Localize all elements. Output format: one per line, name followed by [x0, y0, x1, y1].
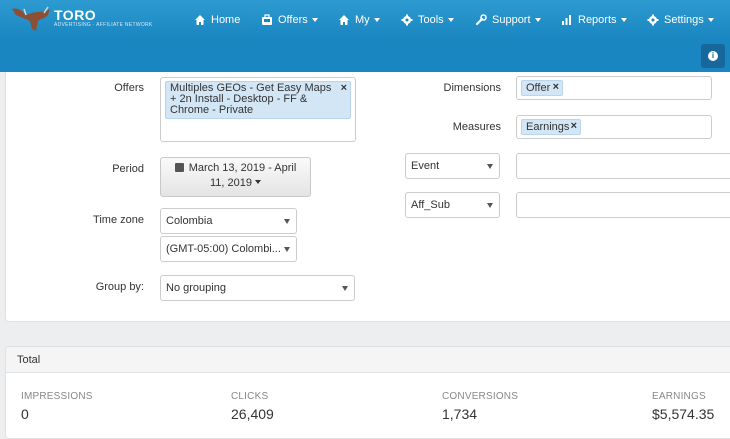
info-icon: i: [708, 51, 718, 61]
calendar-icon: [174, 163, 184, 172]
nav-offers[interactable]: Offers: [261, 0, 318, 40]
timezone-offset-select[interactable]: (GMT-05:00) Colombi...: [160, 236, 297, 262]
info-button[interactable]: i: [701, 44, 725, 68]
total-title: Total: [17, 354, 41, 366]
earnings-value: $5,574.35: [652, 406, 715, 422]
event-value-input[interactable]: [516, 153, 730, 179]
select-arrow-icon: [284, 247, 290, 252]
chevron-down-icon: [447, 18, 454, 22]
home-icon: [195, 15, 205, 25]
conversions-value: 1,734: [442, 406, 478, 422]
earnings-label: EARNINGS: [652, 391, 706, 402]
remove-tag-icon[interactable]: ×: [553, 81, 559, 94]
measures-multiselect[interactable]: Earnings ×: [516, 115, 712, 139]
chevron-down-icon: [373, 18, 380, 22]
timezone-label: Time zone: [93, 214, 144, 226]
dimensions-multiselect[interactable]: Offer ×: [516, 76, 712, 100]
briefcase-icon: [262, 14, 272, 25]
select-arrow-icon: [487, 203, 493, 208]
event-select-value: Event: [411, 160, 440, 172]
nav-settings[interactable]: Settings: [647, 0, 714, 40]
measure-tag[interactable]: Earnings ×: [521, 119, 581, 135]
impressions-value: 0: [21, 406, 29, 422]
total-panel: Total IMPRESSIONS 0 CLICKS 26,409 CONVER…: [5, 346, 730, 439]
event-select[interactable]: Event: [405, 153, 500, 179]
bar-chart-icon: [562, 15, 571, 25]
chevron-down-icon: [255, 180, 261, 184]
select-arrow-icon: [284, 219, 290, 224]
top-navbar: TORO ADVERTISING · AFFILIATE NETWORK Hom…: [0, 0, 730, 40]
brand-logo[interactable]: TORO ADVERTISING · AFFILIATE NETWORK: [10, 5, 152, 35]
nav-reports[interactable]: Reports: [561, 0, 627, 40]
home-icon: [339, 15, 349, 25]
select-arrow-icon: [342, 286, 348, 291]
nav-support-label: Support: [492, 14, 531, 26]
sub-navbar: [0, 40, 730, 72]
timezone-region-select[interactable]: Colombia: [160, 208, 297, 234]
gear-icon: [647, 14, 659, 26]
clicks-label: CLICKS: [231, 391, 269, 402]
affsub-select[interactable]: Aff_Sub: [405, 192, 500, 218]
chevron-down-icon: [620, 18, 627, 22]
dimensions-label: Dimensions: [443, 82, 501, 94]
nav-settings-label: Settings: [664, 14, 704, 26]
period-label: Period: [112, 163, 144, 175]
period-line1: March 13, 2019 - April: [188, 162, 297, 174]
report-filters-panel: Offers Multiples GEOs - Get Easy Maps + …: [5, 72, 730, 322]
nav-my[interactable]: My: [338, 0, 380, 40]
bull-logo-icon: [12, 6, 50, 31]
period-daterange-button[interactable]: March 13, 2019 - April 11, 2019: [160, 157, 311, 197]
affsub-value-input[interactable]: [516, 192, 730, 218]
total-panel-header: Total: [6, 347, 730, 373]
groupby-value: No grouping: [166, 282, 226, 294]
offers-multiselect[interactable]: Multiples GEOs - Get Easy Maps + 2n Inst…: [160, 77, 356, 142]
chevron-down-icon: [534, 18, 541, 22]
nav-tools-label: Tools: [418, 14, 444, 26]
measure-tag-label: Earnings: [526, 121, 570, 133]
chevron-down-icon: [311, 18, 318, 22]
period-line2: 11, 2019: [209, 177, 252, 189]
remove-tag-icon[interactable]: ×: [571, 120, 577, 133]
nav-offers-label: Offers: [278, 14, 308, 26]
impressions-label: IMPRESSIONS: [21, 391, 93, 402]
wrench-icon: [475, 14, 487, 26]
groupby-label: Group by:: [95, 281, 144, 293]
offers-label: Offers: [114, 82, 144, 94]
dimension-tag-label: Offer: [526, 82, 551, 94]
measures-label: Measures: [452, 121, 501, 133]
chevron-down-icon: [707, 18, 714, 22]
offer-tag-label: Multiples GEOs - Get Easy Maps + 2n Inst…: [170, 82, 332, 116]
brand-name: TORO: [54, 7, 97, 23]
nav-home-label: Home: [211, 14, 241, 26]
select-arrow-icon: [487, 164, 493, 169]
clicks-value: 26,409: [231, 406, 274, 422]
nav-support[interactable]: Support: [475, 0, 541, 40]
groupby-select[interactable]: No grouping: [160, 275, 355, 301]
nav-my-label: My: [355, 14, 370, 26]
timezone-offset-value: (GMT-05:00) Colombi...: [166, 243, 281, 255]
nav-tools[interactable]: Tools: [401, 0, 454, 40]
dimension-tag[interactable]: Offer ×: [521, 80, 563, 96]
conversions-label: CONVERSIONS: [442, 391, 519, 402]
gear-icon: [401, 14, 413, 26]
remove-tag-icon[interactable]: ×: [341, 83, 347, 94]
timezone-region-value: Colombia: [166, 215, 213, 227]
offer-tag[interactable]: Multiples GEOs - Get Easy Maps + 2n Inst…: [165, 81, 351, 119]
nav-reports-label: Reports: [578, 14, 617, 26]
affsub-select-value: Aff_Sub: [411, 199, 450, 211]
brand-tagline: ADVERTISING · AFFILIATE NETWORK: [54, 22, 153, 28]
nav-home[interactable]: Home: [194, 0, 240, 40]
